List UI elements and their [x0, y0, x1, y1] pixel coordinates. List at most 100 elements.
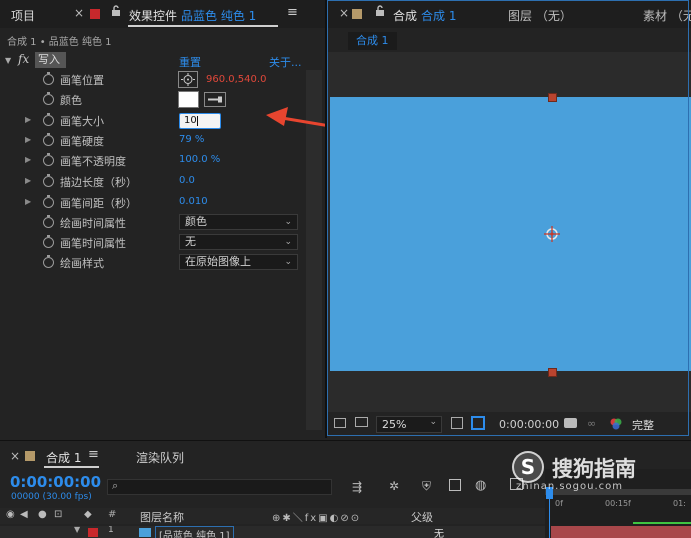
brush-position-value[interactable]: 960.0,540.0 [206, 74, 266, 85]
stopwatch-icon[interactable] [43, 255, 54, 268]
about-link[interactable]: 关于... [269, 54, 302, 70]
column-layer-name[interactable]: 图层名称 [140, 509, 184, 525]
resolution-select[interactable]: 完整 [632, 417, 654, 433]
brush-hardness-value[interactable]: 79 % [179, 134, 204, 145]
layer-parent-value[interactable]: 无 [434, 526, 444, 538]
tab-composition[interactable]: 合成 [393, 7, 417, 24]
lock-icon[interactable]: ⊡ [54, 509, 62, 520]
stopwatch-icon[interactable] [43, 153, 54, 166]
region-of-interest-icon[interactable] [451, 417, 463, 429]
layer-type-icon [139, 528, 151, 537]
stopwatch-icon[interactable] [43, 92, 54, 105]
brush-size-input[interactable]: 10 [179, 113, 221, 129]
tab-footage[interactable]: 素材 （无 [643, 7, 691, 24]
brush-size-value: 10 [184, 115, 197, 126]
stopwatch-icon[interactable] [43, 72, 54, 85]
reset-link[interactable]: 重置 [179, 54, 201, 70]
channels-icon[interactable] [609, 417, 623, 431]
stopwatch-icon[interactable] [43, 174, 54, 187]
eyedropper-icon[interactable] [204, 92, 226, 107]
layer-name[interactable]: [品蓝色 纯色 1] [155, 526, 234, 538]
tab-project[interactable]: 项目 [11, 7, 35, 24]
paint-time-props-select[interactable]: 颜色 ⌄ [179, 214, 298, 230]
panel-menu-icon[interactable]: ≡ [287, 5, 298, 20]
viewer-subtab[interactable]: 合成 1 [348, 32, 397, 50]
property-row-paint-time-props: 绘画时间属性 颜色 ⌄ [0, 213, 305, 233]
tab-effect-controls[interactable]: 效果控件 [129, 7, 177, 24]
paint-style-select[interactable]: 在原始图像上 ⌄ [179, 254, 298, 270]
expand-triangle-icon[interactable]: ▶ [25, 176, 31, 185]
brush-time-props-select[interactable]: 无 ⌄ [179, 234, 298, 250]
shy-layers-icon[interactable]: ⛨ [422, 479, 431, 494]
layer-number: 1 [108, 526, 114, 535]
stopwatch-icon[interactable] [43, 133, 54, 146]
monitor-icon[interactable] [355, 417, 368, 427]
layer-duration-bar[interactable] [551, 526, 691, 538]
link-icon[interactable]: ∞ [587, 417, 596, 430]
expand-triangle-icon[interactable]: ▶ [25, 115, 31, 124]
composition-canvas[interactable] [330, 97, 691, 371]
stopwatch-icon[interactable] [43, 215, 54, 228]
current-time[interactable]: 0:00:00:00 [499, 418, 559, 431]
stopwatch-icon[interactable] [43, 195, 54, 208]
label-icon[interactable]: ◆ [84, 509, 92, 520]
tab-composition-name[interactable]: 合成 1 [421, 7, 456, 24]
motion-blur-icon[interactable]: ◍ [475, 478, 486, 493]
always-preview-icon[interactable] [334, 418, 346, 428]
frame-blending-icon[interactable] [449, 479, 461, 491]
layer-handle-bottom[interactable] [548, 368, 557, 377]
active-tab-underline [44, 466, 99, 468]
zoom-select[interactable]: 25% ⌄ [376, 416, 442, 433]
crosshair-picker-button[interactable] [178, 71, 198, 88]
expand-triangle-icon[interactable]: ▼ [74, 526, 80, 534]
expand-triangle-icon[interactable]: ▼ [5, 56, 11, 65]
panel-menu-icon[interactable]: ≡ [88, 447, 99, 462]
timeline-panel: × 合成 1 ≡ 渲染队列 0:00:00:00 00000 (30.00 fp… [0, 440, 691, 538]
brush-opacity-value[interactable]: 100.0 % [179, 154, 220, 165]
close-icon[interactable]: × [10, 449, 20, 463]
property-row-paint-style: 绘画样式 在原始图像上 ⌄ [0, 253, 305, 273]
audio-icon[interactable]: ◀ [20, 509, 28, 520]
tab-layer[interactable]: 图层 （无） [508, 7, 572, 24]
stopwatch-icon[interactable] [43, 235, 54, 248]
fx-toggle-icon[interactable]: fx [18, 52, 29, 66]
property-row-brush-position: 画笔位置 960.0,540.0 [0, 70, 305, 90]
close-icon[interactable]: × [339, 6, 349, 20]
comp-flowchart-icon[interactable]: ⇶ [352, 480, 362, 494]
brush-spacing-value[interactable]: 0.010 [179, 196, 208, 207]
text-cursor [197, 116, 198, 126]
tab-render-queue[interactable]: 渲染队列 [136, 449, 184, 466]
lock-icon[interactable] [375, 5, 385, 20]
chevron-down-icon: ⌄ [284, 257, 292, 267]
stopwatch-icon[interactable] [43, 113, 54, 126]
property-row-brush-opacity: ▶ 画笔不透明度 100.0 % [0, 151, 305, 171]
tab-effect-layer-name[interactable]: 品蓝色 纯色 1 [181, 7, 256, 24]
expand-triangle-icon[interactable]: ▶ [25, 135, 31, 144]
property-label: 绘画样式 [60, 257, 104, 270]
zoom-value: 25% [382, 418, 407, 431]
sogou-watermark: S 搜狗指南 zhinan.sogou.com [512, 451, 687, 495]
close-icon[interactable]: × [74, 6, 84, 20]
camera-icon[interactable] [564, 418, 577, 428]
expand-triangle-icon[interactable]: ▶ [25, 155, 31, 164]
expand-triangle-icon[interactable]: ▶ [25, 197, 31, 206]
color-swatch[interactable] [178, 91, 199, 108]
transparency-grid-icon[interactable] [471, 416, 485, 430]
solo-icon[interactable]: ● [38, 509, 47, 520]
switches-icons[interactable]: ⊕✱＼fx▣◐⊘⊙ [272, 509, 361, 524]
eye-icon[interactable]: ◉ [6, 509, 15, 520]
anchor-point-icon[interactable] [543, 225, 561, 243]
column-parent[interactable]: 父级 [411, 509, 433, 525]
stroke-length-value[interactable]: 0.0 [179, 175, 195, 186]
ruler-label: 01: [673, 499, 686, 508]
draft-3d-icon[interactable]: ✲ [389, 479, 399, 493]
search-input[interactable]: ⌕ [107, 479, 332, 495]
timeline-timecode[interactable]: 0:00:00:00 [10, 473, 101, 491]
left-tab-bar: 项目 × 效果控件 品蓝色 纯色 1 ≡ [0, 0, 325, 28]
number-column: # [108, 509, 117, 520]
layer-handle-top[interactable] [548, 93, 557, 102]
ruler-label: 0f [555, 499, 563, 508]
layer-row[interactable]: ▼ 1 [品蓝色 纯色 1] 无 [0, 526, 545, 538]
tab-timeline-comp[interactable]: 合成 1 [46, 449, 81, 466]
lock-icon[interactable] [111, 5, 121, 20]
